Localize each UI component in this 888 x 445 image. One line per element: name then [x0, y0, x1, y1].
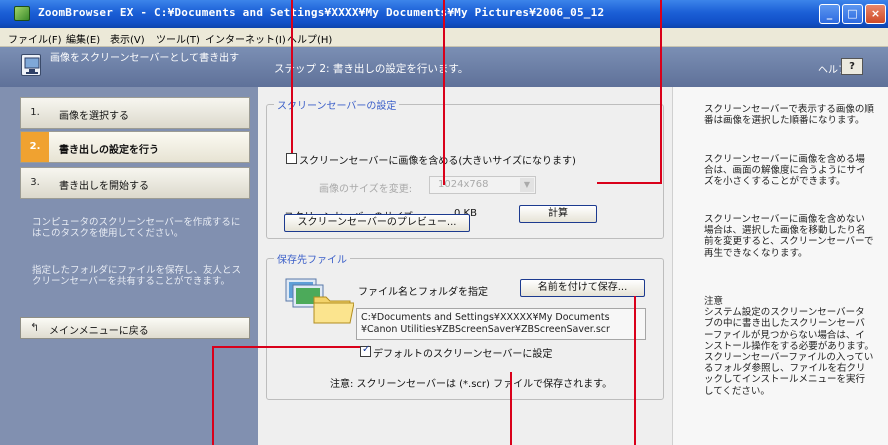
help-button[interactable]: ? [841, 58, 863, 75]
include-images-label: スクリーンセーバーに画像を含める(大きいサイズになります) [299, 156, 576, 167]
sidebar-description: コンピュータのスクリーンセーバーを作成するにはこのタスクを使用してください。 [32, 217, 241, 239]
file-name-folder-label: ファイル名とフォルダを指定 [358, 287, 488, 298]
step-number: 1. [30, 107, 40, 118]
set-default-checkbox[interactable] [360, 344, 371, 357]
folder-icon [284, 275, 355, 325]
calculate-button[interactable]: 計算 [519, 205, 597, 223]
save-as-button[interactable]: 名前を付けて保存... [520, 279, 645, 297]
app-icon [14, 6, 30, 21]
chevron-down-icon: ▼ [520, 178, 534, 192]
step-number: 3. [30, 177, 40, 188]
back-button-label: メインメニューに戻る [49, 326, 149, 337]
menu-edit[interactable]: 編集(E) [66, 31, 100, 46]
menu-view[interactable]: 表示(V) [110, 31, 145, 46]
callout-line [212, 346, 214, 445]
save-path-field: C:¥Documents and Settings¥XXXXX¥My Docum… [356, 308, 646, 340]
menu-tools[interactable]: ツール(T) [156, 31, 200, 46]
callout-line [510, 372, 512, 445]
return-arrow-icon: ↰ [30, 321, 40, 334]
sidebar-description: 指定したフォルダにファイルを保存し、友人とスクリーンセーバーを共有することができ… [32, 265, 242, 287]
step-select-images[interactable]: 1. 画像を選択する [20, 97, 250, 129]
back-to-main-menu-button[interactable]: ↰ メインメニューに戻る [20, 317, 250, 339]
menu-file[interactable]: ファイル(F) [8, 31, 62, 46]
close-button[interactable]: × [865, 4, 886, 24]
image-size-dropdown[interactable]: 1024x768 ▼ [429, 176, 536, 194]
scr-file-note: 注意: スクリーンセーバーは (*.scr) ファイルで保存されます。 [330, 379, 613, 390]
callout-line [634, 296, 636, 445]
help-text: スクリーンセーバーで表示する画像の順番は画像を選択した順番になります。 [704, 104, 874, 127]
help-text: 注意 システム設定のスクリーンセーバータブの中に書き出したスクリーンセーバーファ… [704, 296, 874, 397]
window-title: ZoomBrowser EX - C:¥Documents and Settin… [38, 6, 605, 19]
dropdown-value: 1024x768 [438, 179, 489, 190]
group-legend: 保存先ファイル [274, 251, 350, 266]
callout-line [597, 182, 662, 184]
menu-internet[interactable]: インターネット(I) [205, 31, 286, 46]
help-text: スクリーンセーバーに画像を含めない場合は、選択した画像を移動したり名前を変更する… [704, 214, 874, 259]
minimize-button[interactable]: _ [819, 4, 840, 24]
step-export-settings[interactable]: 2. 書き出しの設定を行う [20, 131, 250, 163]
step-number: 2. [21, 132, 49, 162]
step-label: 書き出しを開始する [59, 181, 149, 192]
maximize-button[interactable]: □ [842, 4, 863, 24]
path-line: ¥Canon Utilities¥ZBScreenSaver¥ZBScreenS… [361, 324, 610, 335]
resize-label: 画像のサイズを変更: [319, 184, 413, 195]
callout-line [443, 0, 445, 185]
callout-line [291, 0, 293, 153]
wizard-title: 画像をスクリーンセーバーとして書き出す [50, 53, 240, 64]
callout-line [212, 346, 360, 348]
step-start-export[interactable]: 3. 書き出しを開始する [20, 167, 250, 199]
step-label: 書き出しの設定を行う [59, 145, 159, 156]
screensaver-icon [21, 54, 41, 76]
menu-help[interactable]: ヘルプ(H) [287, 31, 332, 46]
path-line: C:¥Documents and Settings¥XXXXX¥My Docum… [361, 312, 610, 323]
set-default-label: デフォルトのスクリーンセーバーに設定 [373, 349, 553, 360]
preview-screensaver-button[interactable]: スクリーンセーバーのプレビュー... [284, 214, 470, 232]
step-label: 画像を選択する [59, 111, 129, 122]
callout-line [660, 0, 662, 183]
help-text: スクリーンセーバーに画像を含める場合は、画面の解像度に合うようにサイズを小さくす… [704, 154, 866, 188]
step-heading: ステップ 2: 書き出しの設定を行います。 [274, 63, 469, 75]
include-images-checkbox[interactable] [286, 153, 297, 164]
